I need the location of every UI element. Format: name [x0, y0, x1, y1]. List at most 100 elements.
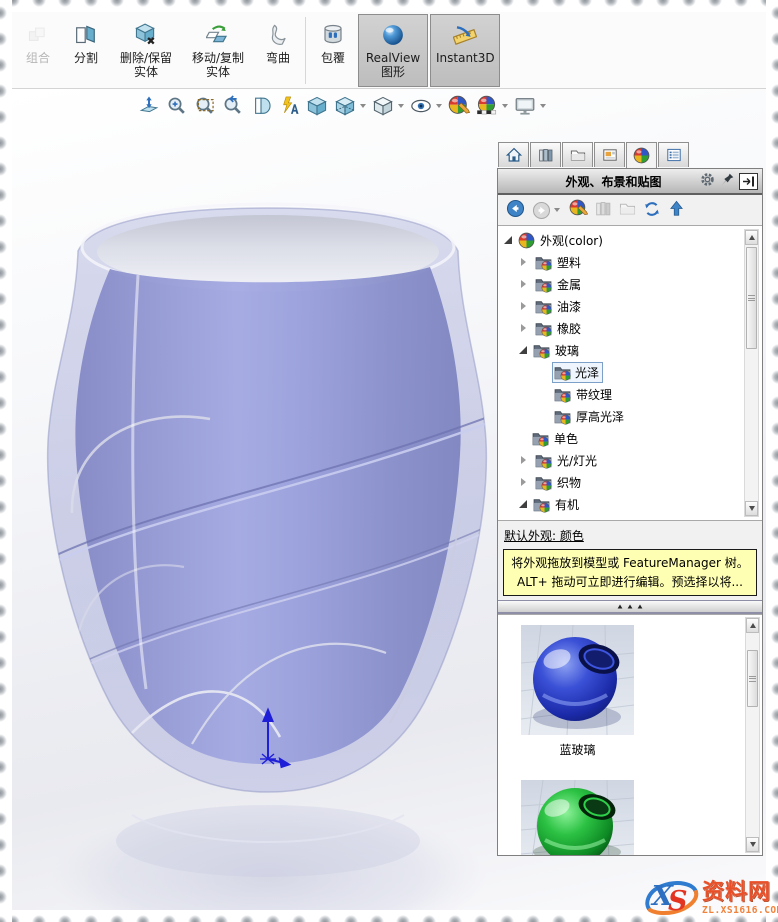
dropdown-caret[interactable] — [360, 104, 366, 108]
tab-file-explorer[interactable] — [562, 142, 593, 167]
view-orientation-icon[interactable] — [304, 93, 330, 119]
delete-keep-body-button[interactable]: 删除/保留实体 — [111, 14, 181, 87]
folder-ball-icon — [532, 430, 549, 447]
previous-view-icon[interactable] — [220, 93, 246, 119]
folder-ball-icon — [554, 364, 571, 381]
appearance-preview-list: 蓝玻璃 — [498, 614, 762, 856]
realview-graphics-button[interactable]: RealView图形 — [358, 14, 428, 87]
tree-scrollbar[interactable] — [744, 229, 759, 517]
tree-item-metal[interactable]: 金属 — [498, 273, 762, 295]
folder-ball-icon — [535, 276, 552, 293]
tree-item-lights[interactable]: 光/灯光 — [498, 449, 762, 471]
dropdown-caret[interactable] — [398, 104, 404, 108]
scroll-down-button[interactable] — [745, 501, 758, 516]
chevron-collapsed-icon[interactable] — [521, 324, 526, 332]
scroll-down-button[interactable] — [746, 837, 759, 853]
dropdown-caret[interactable] — [502, 104, 508, 108]
wrap-button[interactable]: 包覆 — [310, 14, 356, 87]
move-copy-body-button[interactable]: 移动/复制实体 — [183, 14, 253, 87]
green-glass-item[interactable] — [521, 780, 634, 856]
chevron-collapsed-icon[interactable] — [521, 456, 526, 464]
edit-appearance-icon[interactable] — [446, 93, 472, 119]
tree-item-organic[interactable]: 有机 — [498, 493, 762, 515]
graphics-area[interactable]: 外观、布景和贴图 外观(color) 塑料 金属 油漆 橡胶 玻璃 光泽 带纹理… — [12, 89, 766, 910]
tree-item-textured[interactable]: 带纹理 — [498, 383, 762, 405]
chevron-expanded-icon[interactable] — [504, 236, 512, 244]
features-toolbar: 组合 分割 删除/保留实体 移动/复制实体 弯曲 包覆 RealView图形 I… — [12, 12, 766, 89]
up-level-button[interactable] — [668, 200, 685, 220]
default-appearance-label: 默认外观: 颜色 — [504, 529, 584, 543]
stamp-border-left — [0, 0, 12, 922]
view-cube-icon[interactable] — [332, 93, 358, 119]
folder-ball-icon — [535, 452, 552, 469]
flex-button[interactable]: 弯曲 — [255, 14, 301, 87]
apply-scene-icon[interactable] — [474, 93, 500, 119]
blue-glass-item[interactable]: 蓝玻璃 — [521, 625, 634, 758]
refresh-button[interactable] — [643, 200, 661, 221]
chevron-collapsed-icon[interactable] — [521, 302, 526, 310]
tree-item-paint[interactable]: 油漆 — [498, 295, 762, 317]
collapse-pane-icon[interactable] — [739, 172, 758, 190]
combine-button: 组合 — [15, 14, 61, 87]
chevron-expanded-icon[interactable] — [519, 346, 527, 354]
back-button[interactable] — [506, 199, 525, 221]
tree-item-gloss-selected[interactable]: 光泽 — [498, 361, 762, 383]
tree-item-rubber[interactable]: 橡胶 — [498, 317, 762, 339]
tree-item-appearances-root[interactable]: 外观(color) — [498, 229, 762, 251]
folder-ball-icon — [535, 298, 552, 315]
annotation-visibility-icon[interactable] — [276, 93, 302, 119]
tab-view-palette[interactable] — [594, 142, 625, 167]
zoom-to-fit-icon[interactable] — [136, 93, 162, 119]
display-style-icon[interactable] — [370, 93, 396, 119]
watermark-url: ZL.XS1616.COM — [702, 905, 778, 916]
pane-splitter[interactable] — [498, 600, 762, 615]
hide-show-items-icon[interactable] — [408, 93, 434, 119]
task-pane-body: 外观、布景和贴图 外观(color) 塑料 金属 油漆 橡胶 玻璃 光泽 带纹理… — [497, 168, 763, 857]
stamp-border-top — [0, 0, 778, 12]
appearances-toolbar — [498, 195, 762, 225]
split-icon — [74, 21, 98, 49]
scroll-up-button[interactable] — [746, 618, 759, 634]
tab-custom-properties[interactable] — [658, 142, 689, 167]
tree-item-plastic[interactable]: 塑料 — [498, 251, 762, 273]
instant3d-ruler-icon — [453, 21, 477, 49]
chevron-collapsed-icon[interactable] — [521, 258, 526, 266]
tab-design-library[interactable] — [530, 142, 561, 167]
folder-ball-icon — [533, 496, 550, 513]
appearances-tree: 外观(color) 塑料 金属 油漆 橡胶 玻璃 光泽 带纹理 厚高光泽 单色 … — [498, 225, 762, 521]
tree-item-glass[interactable]: 玻璃 — [498, 339, 762, 361]
scrollbar-thumb[interactable] — [747, 650, 758, 708]
section-view-icon[interactable] — [248, 93, 274, 119]
watermark: X S 资料网 ZL.XS1616.COM — [642, 876, 778, 922]
preview-scrollbar[interactable] — [745, 617, 760, 854]
realview-sphere-icon — [381, 21, 405, 49]
zoom-in-out-icon[interactable] — [164, 93, 190, 119]
scrollbar-thumb[interactable] — [746, 247, 757, 349]
zoom-to-area-icon[interactable] — [192, 93, 218, 119]
instant3d-button[interactable]: Instant3D — [430, 14, 500, 87]
chevron-collapsed-icon[interactable] — [521, 478, 526, 486]
tab-appearances-scenes[interactable] — [626, 142, 657, 168]
tab-home[interactable] — [498, 142, 529, 167]
edit-appearance-button[interactable] — [569, 199, 588, 221]
chevron-expanded-icon[interactable] — [519, 500, 527, 508]
pin-icon[interactable] — [720, 172, 735, 190]
stamp-border-right — [766, 0, 778, 922]
folder-ball-icon — [554, 408, 571, 425]
view-settings-icon[interactable] — [512, 93, 538, 119]
chevron-collapsed-icon[interactable] — [521, 280, 526, 288]
folder-ball-icon — [535, 474, 552, 491]
tree-item-solid-color[interactable]: 单色 — [498, 427, 762, 449]
tree-item-fabric[interactable]: 织物 — [498, 471, 762, 493]
wrap-icon — [321, 21, 345, 49]
split-button[interactable]: 分割 — [63, 14, 109, 87]
tree-item-thick-gloss[interactable]: 厚高光泽 — [498, 405, 762, 427]
forward-button[interactable] — [532, 201, 562, 220]
task-pane: 外观、布景和贴图 外观(color) 塑料 金属 油漆 橡胶 玻璃 光泽 带纹理… — [497, 142, 763, 857]
green-glass-thumbnail — [521, 780, 634, 856]
options-gear-icon[interactable] — [699, 171, 716, 191]
dropdown-caret[interactable] — [436, 104, 442, 108]
scroll-up-button[interactable] — [745, 230, 758, 245]
dropdown-caret[interactable] — [540, 104, 546, 108]
tree-item-partial — [498, 515, 762, 520]
